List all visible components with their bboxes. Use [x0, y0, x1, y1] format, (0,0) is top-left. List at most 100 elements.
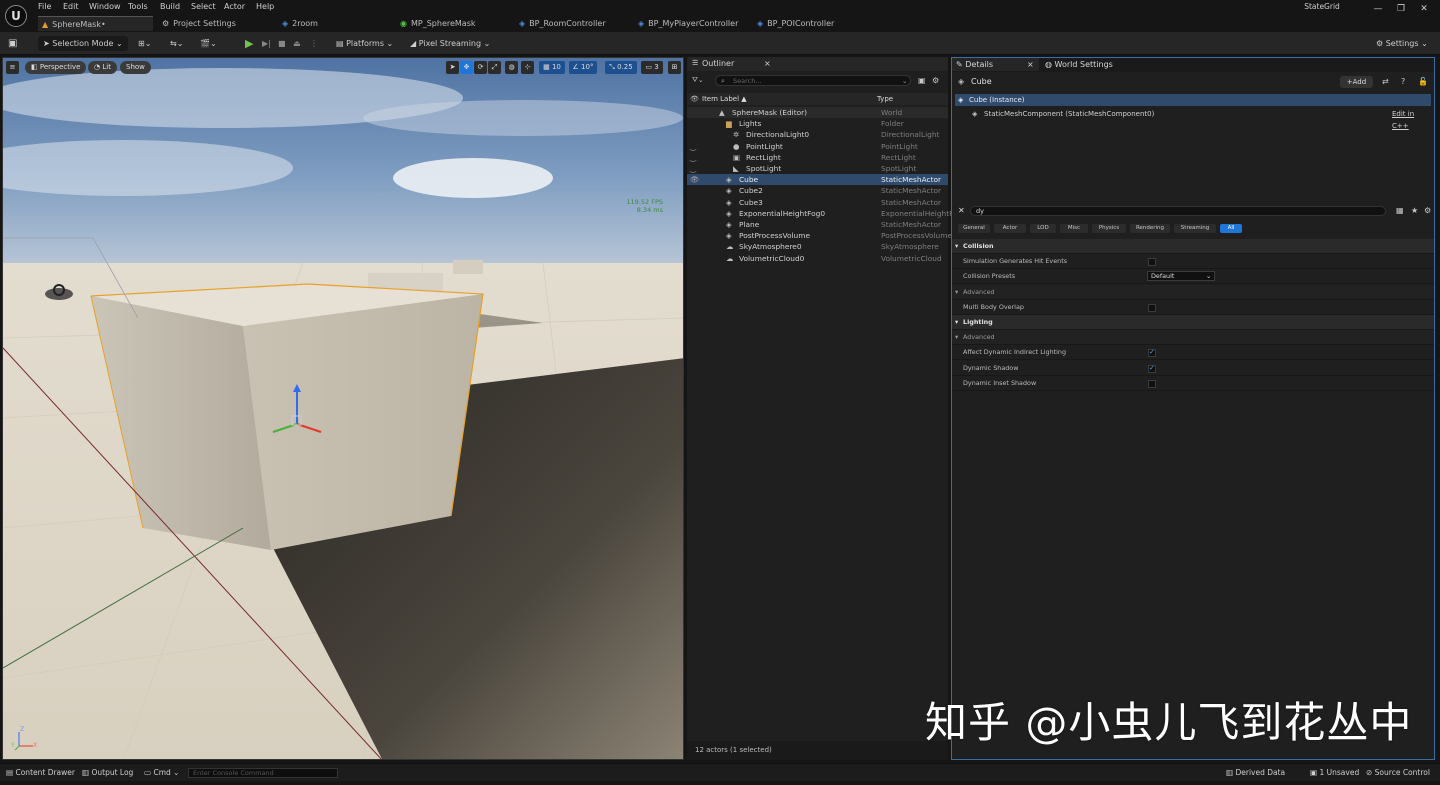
- property-checkbox[interactable]: [1148, 258, 1156, 267]
- add-folder-icon[interactable]: ▣: [918, 75, 926, 86]
- filter-tab-rendering[interactable]: Rendering: [1130, 224, 1170, 233]
- settings-dropdown[interactable]: ⚙ Settings ⌄: [1376, 36, 1428, 51]
- outliner-row[interactable]: ▲ SphereMask (Editor) World: [687, 107, 948, 119]
- close-icon[interactable]: ×: [1027, 58, 1034, 71]
- tab-world-settings[interactable]: ◍ World Settings: [1043, 58, 1138, 71]
- move-tool-icon[interactable]: ✥: [460, 61, 473, 74]
- lock-icon[interactable]: 🔓: [1418, 75, 1428, 89]
- property-checkbox[interactable]: [1148, 345, 1156, 360]
- type-column[interactable]: Type: [877, 93, 893, 105]
- edit-in-cpp-link[interactable]: Edit in C++: [1392, 108, 1431, 132]
- content-drawer-button[interactable]: ▤ Content Drawer: [6, 767, 75, 779]
- unreal-logo-icon[interactable]: U: [5, 5, 27, 27]
- menu-select[interactable]: Select: [191, 1, 216, 13]
- outliner-row[interactable]: ✲ DirectionalLight0 DirectionalLight: [687, 129, 948, 140]
- outliner-row[interactable]: ‿ ◣ SpotLight SpotLight: [687, 163, 948, 174]
- platforms-dropdown[interactable]: ▤ Platforms ⌄: [336, 36, 393, 51]
- step-icon[interactable]: ▶|: [262, 36, 271, 51]
- outliner-row[interactable]: ‿ ● PointLight PointLight: [687, 141, 948, 152]
- table-view-icon[interactable]: ▦: [1396, 205, 1404, 217]
- filter-tab-lod[interactable]: LOD: [1030, 224, 1056, 233]
- grid-snap-toggle[interactable]: ▦ 10: [539, 61, 565, 74]
- eject-icon[interactable]: ⏏: [293, 36, 301, 51]
- static-mesh-component-row[interactable]: ◈ StaticMeshComponent (StaticMeshCompone…: [955, 108, 1431, 130]
- stop-icon[interactable]: ■: [278, 36, 286, 51]
- maximize-viewport-icon[interactable]: ⊞: [668, 61, 681, 74]
- visibility-eye-icon[interactable]: ‿: [690, 152, 696, 163]
- tab-mp-spheremask[interactable]: ◉ MP_SphereMask: [396, 16, 508, 31]
- outliner-row[interactable]: ☁ SkyAtmosphere0 SkyAtmosphere: [687, 241, 948, 252]
- menu-actor[interactable]: Actor: [224, 1, 245, 13]
- gear-icon[interactable]: ⚙: [1424, 205, 1431, 217]
- help-icon[interactable]: ?: [1401, 75, 1405, 89]
- derived-data-button[interactable]: ▥ Derived Data: [1226, 767, 1285, 779]
- menu-build[interactable]: Build: [160, 1, 180, 13]
- tab-spheremask[interactable]: ▲ SphereMask•: [38, 16, 153, 31]
- outliner-row[interactable]: ▆ Lights Folder: [687, 118, 948, 129]
- more-options-icon[interactable]: ⋮: [310, 36, 318, 51]
- visibility-eye-icon[interactable]: ‿: [690, 141, 696, 152]
- outliner-row[interactable]: ☁ VolumetricCloud0 VolumetricCloud: [687, 253, 948, 264]
- menu-help[interactable]: Help: [256, 1, 274, 13]
- property-category[interactable]: ▾ Collision: [952, 239, 1434, 254]
- cmd-dropdown[interactable]: ▭ Cmd ⌄: [144, 767, 179, 779]
- selection-mode-dropdown[interactable]: ➤ Selection Mode ⌄: [38, 36, 128, 51]
- pixel-streaming-dropdown[interactable]: ◢ Pixel Streaming ⌄: [410, 36, 490, 51]
- rotation-snap-toggle[interactable]: ∠ 10°: [569, 61, 597, 74]
- level-viewport[interactable]: ≡ ◧ Perspective ◔ Lit Show ➤ ✥ ⟳ ⤢ ◍ ⊹ ▦…: [2, 57, 684, 760]
- outliner-row[interactable]: ◈ Cube2 StaticMeshActor: [687, 185, 948, 196]
- rotate-tool-icon[interactable]: ⟳: [474, 61, 487, 74]
- surface-snap-icon[interactable]: ⊹: [521, 61, 534, 74]
- gear-icon[interactable]: ⚙: [932, 75, 939, 86]
- clear-search-icon[interactable]: ✕: [958, 205, 965, 217]
- unsaved-button[interactable]: ▣ 1 Unsaved: [1310, 767, 1359, 779]
- tab-bp-poicontroller[interactable]: ◈ BP_POIController: [753, 16, 865, 31]
- filter-tab-actor[interactable]: Actor: [994, 224, 1026, 233]
- tab-details[interactable]: ✎ Details ×: [952, 58, 1039, 71]
- component-instance-row[interactable]: ◈ Cube (Instance): [955, 94, 1431, 106]
- viewport-scene[interactable]: [3, 58, 684, 760]
- tab-project-settings[interactable]: ⚙ Project Settings: [158, 16, 270, 31]
- viewport-options-icon[interactable]: ≡: [6, 61, 19, 74]
- output-log-button[interactable]: ▥ Output Log: [82, 767, 133, 779]
- property-checkbox[interactable]: [1148, 303, 1156, 312]
- menu-tools[interactable]: Tools: [128, 1, 148, 13]
- cinematics-icon[interactable]: 🎬⌄: [200, 36, 217, 51]
- show-button[interactable]: Show: [120, 61, 151, 74]
- advanced-section[interactable]: ▾ Advanced: [952, 330, 1434, 346]
- filter-tab-misc[interactable]: Misc: [1060, 224, 1088, 233]
- star-icon[interactable]: ★: [1411, 205, 1418, 217]
- add-actor-icon[interactable]: ⊞⌄: [138, 36, 151, 51]
- menu-edit[interactable]: Edit: [63, 1, 79, 13]
- lit-button[interactable]: ◔ Lit: [88, 61, 117, 74]
- visibility-eye-icon[interactable]: ‿: [690, 163, 696, 174]
- outliner-row[interactable]: ◈ PostProcessVolume PostProcessVolume: [687, 230, 952, 241]
- actor-name[interactable]: Cube: [971, 75, 992, 89]
- outliner-search-input[interactable]: ⌕ Search... ⌄: [715, 75, 911, 86]
- menu-file[interactable]: File: [38, 1, 51, 13]
- outliner-row[interactable]: ◈ Cube3 StaticMeshActor: [687, 197, 948, 208]
- filter-tab-general[interactable]: General: [958, 224, 990, 233]
- visibility-column-icon[interactable]: 👁: [690, 93, 699, 105]
- camera-speed-button[interactable]: ▭ 3: [641, 61, 663, 74]
- item-label-column[interactable]: Item Label ▲: [702, 93, 747, 105]
- source-control-button[interactable]: ⊘ Source Control: [1366, 767, 1430, 779]
- filter-tab-streaming[interactable]: Streaming: [1174, 224, 1216, 233]
- property-category[interactable]: ▾ Lighting: [952, 315, 1434, 330]
- visibility-eye-icon[interactable]: 👁: [690, 174, 699, 185]
- blueprint-menu-icon[interactable]: ⇆⌄: [170, 36, 183, 51]
- scale-snap-toggle[interactable]: ⤡ 0.25: [605, 61, 637, 74]
- select-tool-icon[interactable]: ➤: [446, 61, 459, 74]
- details-search-input[interactable]: dy: [970, 206, 1386, 216]
- world-space-icon[interactable]: ◍: [505, 61, 518, 74]
- minimize-icon[interactable]: —: [1370, 2, 1386, 16]
- advanced-section[interactable]: ▾ Advanced: [952, 284, 1434, 300]
- collision-presets-select[interactable]: Default ⌄: [1147, 271, 1215, 282]
- perspective-button[interactable]: ◧ Perspective: [25, 61, 87, 74]
- close-icon[interactable]: ×: [764, 57, 771, 70]
- outliner-row[interactable]: 👁 ◈ Cube StaticMeshActor: [687, 174, 948, 186]
- save-icon[interactable]: ▣: [8, 36, 17, 51]
- close-icon[interactable]: ✕: [1416, 2, 1432, 16]
- outliner-row[interactable]: ◈ Plane StaticMeshActor: [687, 219, 948, 230]
- tab-bp-roomcontroller[interactable]: ◈ BP_RoomController: [515, 16, 627, 31]
